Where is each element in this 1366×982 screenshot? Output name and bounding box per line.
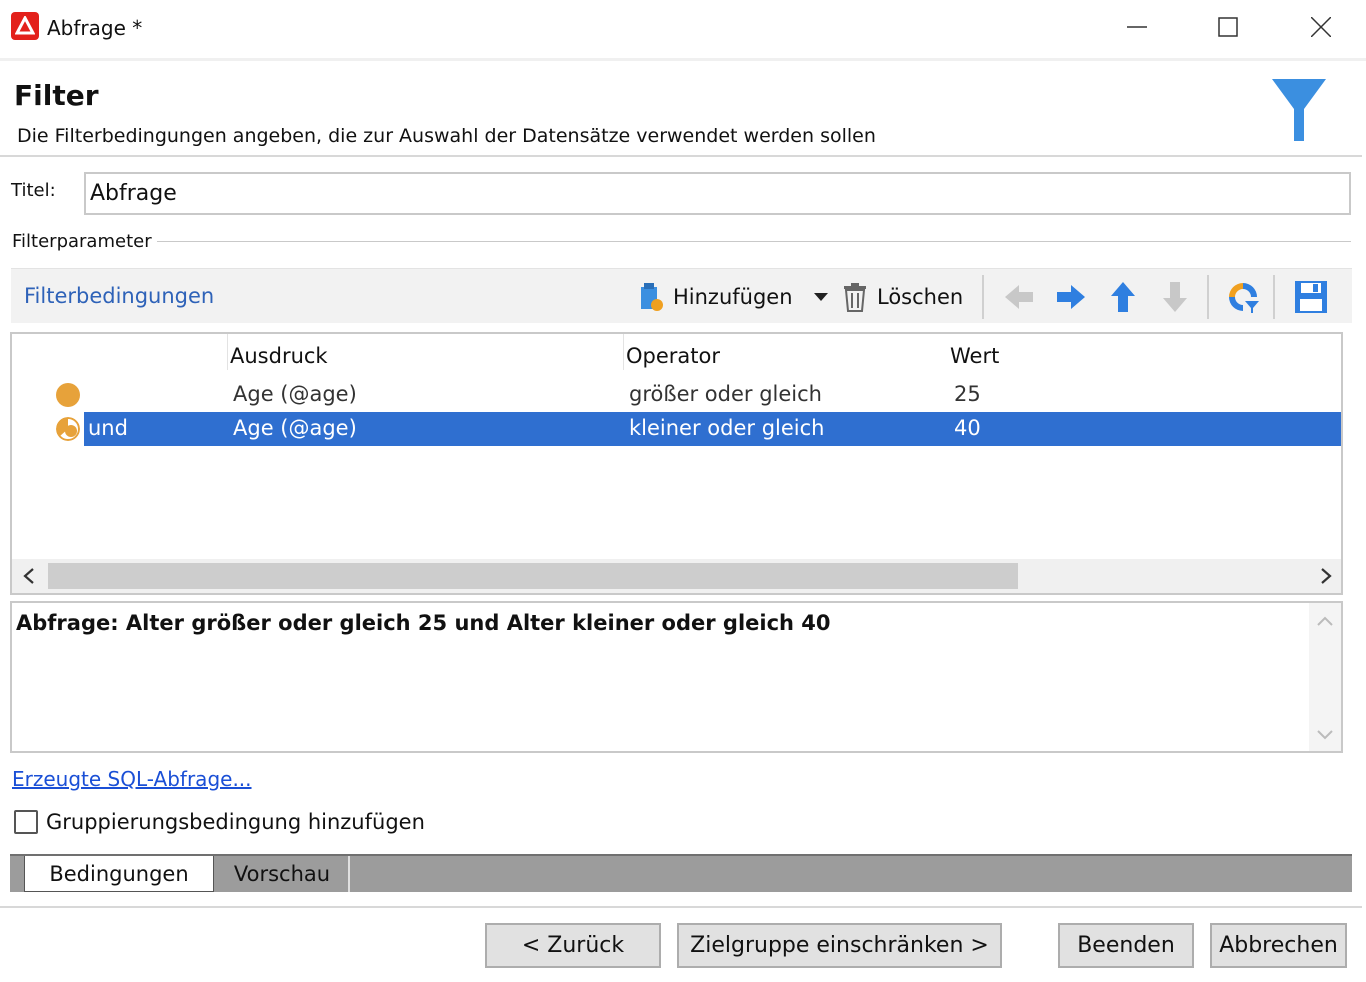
cancel-button[interactable]: Abbrechen (1210, 923, 1347, 968)
add-dropdown-button[interactable] (813, 277, 829, 317)
query-description-box: Abfrage: Alter größer oder gleich 25 und… (10, 601, 1343, 753)
arrow-down-icon[interactable] (1157, 279, 1193, 315)
row-expression: Age (@age) (233, 382, 357, 406)
table-row-selected[interactable]: und Age (@age) kleiner oder gleich 40 (12, 412, 1341, 446)
toolbar-title: Filterbedingungen (24, 284, 215, 308)
row-expression: Age (@age) (233, 416, 357, 440)
query-description: Abfrage: Alter größer oder gleich 25 und… (16, 611, 831, 635)
column-separator (227, 334, 228, 370)
scroll-right-icon[interactable] (1319, 568, 1333, 584)
minimize-icon (1127, 26, 1147, 28)
finish-button[interactable]: Beenden (1058, 923, 1194, 968)
group-divider (155, 241, 1351, 242)
titel-label: Titel: (11, 180, 56, 201)
page-subtitle: Die Filterbedingungen angeben, die zur A… (17, 125, 876, 147)
condition-dot-icon (56, 383, 80, 407)
maximize-button[interactable] (1205, 8, 1251, 46)
scroll-up-icon[interactable] (1317, 615, 1333, 627)
column-header-expression[interactable]: Ausdruck (230, 344, 328, 368)
wizard-header: Filter Die Filterbedingungen angeben, di… (0, 58, 1366, 158)
vertical-scrollbar[interactable] (1309, 603, 1341, 751)
toolbar-separator (1273, 275, 1275, 319)
funnel-icon (1270, 75, 1328, 149)
title-bar: Abfrage * (0, 0, 1366, 58)
trash-icon (844, 283, 866, 312)
row-value: 40 (954, 416, 981, 440)
row-operator: größer oder gleich (629, 382, 822, 406)
tab-vorschau[interactable]: Vorschau (216, 856, 350, 892)
filterparameter-label: Filterparameter (12, 231, 157, 252)
add-button-label: Hinzufügen (673, 285, 793, 309)
scroll-down-icon[interactable] (1317, 729, 1333, 741)
refresh-filter-icon[interactable] (1225, 279, 1261, 315)
tab-bar: Bedingungen Vorschau (10, 854, 1352, 892)
scrollbar-thumb[interactable] (48, 563, 1018, 589)
maximize-icon (1218, 17, 1238, 37)
add-condition-icon (641, 283, 663, 311)
titel-input[interactable] (84, 172, 1351, 215)
column-header-operator[interactable]: Operator (626, 344, 720, 368)
generated-sql-link[interactable]: Erzeugte SQL-Abfrage... (12, 767, 252, 791)
group-condition-label: Gruppierungsbedingung hinzufügen (46, 810, 425, 834)
window-title: Abfrage * (47, 16, 143, 40)
group-condition-option[interactable]: Gruppierungsbedingung hinzufügen (14, 810, 425, 834)
close-button[interactable] (1298, 8, 1344, 46)
arrow-up-icon[interactable] (1105, 279, 1141, 315)
toolbar-separator (982, 275, 984, 319)
chevron-down-icon (814, 293, 828, 301)
row-operator: kleiner oder gleich (629, 416, 825, 440)
row-value: 25 (954, 382, 981, 406)
close-icon (1311, 17, 1331, 37)
delete-button[interactable]: Löschen (841, 277, 963, 317)
column-header-value[interactable]: Wert (950, 344, 999, 368)
conditions-grid[interactable]: Ausdruck Operator Wert Age (@age) größer… (10, 332, 1343, 595)
toolbar-separator (1207, 275, 1209, 319)
delete-button-label: Löschen (877, 285, 964, 309)
footer-divider (0, 906, 1362, 908)
header-divider (0, 155, 1362, 157)
horizontal-scrollbar[interactable] (12, 559, 1341, 593)
add-button[interactable]: Hinzufügen (637, 277, 793, 317)
table-row[interactable]: Age (@age) größer oder gleich 25 (12, 378, 1341, 412)
minimize-button[interactable] (1114, 8, 1160, 46)
tab-bedingungen[interactable]: Bedingungen (24, 856, 214, 892)
back-button[interactable]: < Zurück (485, 923, 661, 968)
arrow-left-icon[interactable] (1001, 279, 1037, 315)
save-icon[interactable] (1293, 279, 1329, 315)
scroll-left-icon[interactable] (22, 568, 36, 584)
group-condition-checkbox[interactable] (14, 810, 38, 834)
row-prefix: und (88, 416, 128, 440)
app-logo-icon (11, 12, 39, 40)
conditions-toolbar: Filterbedingungen Hinzufügen Löschen (11, 268, 1352, 323)
and-condition-icon (56, 417, 80, 441)
restrict-target-button[interactable]: Zielgruppe einschränken > (677, 923, 1002, 968)
column-separator (623, 334, 624, 370)
arrow-right-icon[interactable] (1053, 279, 1089, 315)
page-title: Filter (14, 79, 99, 112)
